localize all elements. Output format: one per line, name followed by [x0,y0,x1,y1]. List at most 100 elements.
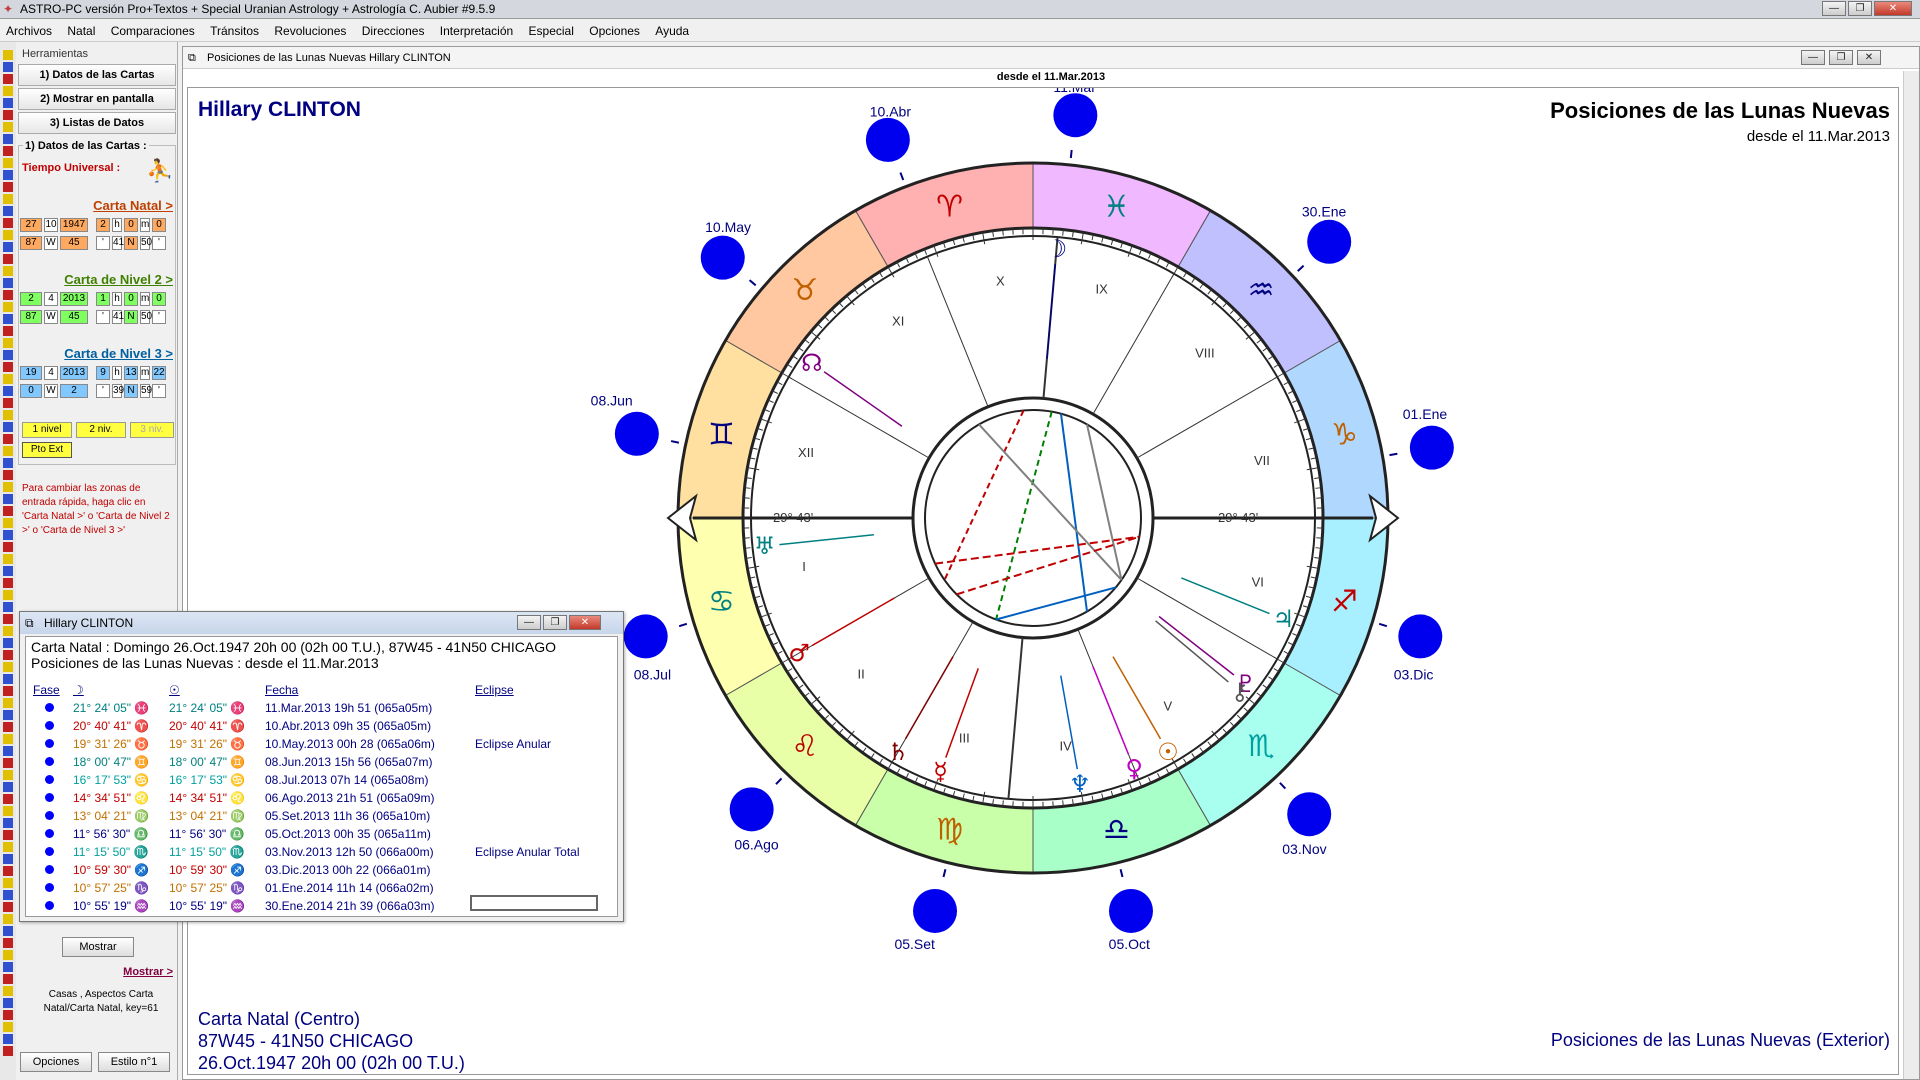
menu-especial[interactable]: Especial [523,20,580,42]
nivel3-row2-cell[interactable]: W [44,384,58,398]
natal-row2-cell[interactable]: ' [152,236,166,250]
menu-revoluciones[interactable]: Revoluciones [268,20,352,42]
listas-datos-button[interactable]: 3) Listas de Datos [18,112,176,134]
tool-strip-square[interactable] [3,278,13,288]
tool-strip-square[interactable] [3,458,13,468]
tool-strip-square[interactable] [3,182,13,192]
tool-strip-square[interactable] [3,698,13,708]
datos-cartas-button[interactable]: 1) Datos de las Cartas [18,64,176,86]
carta-nivel2-link[interactable]: Carta de Nivel 2 > [64,272,173,287]
nivel3-row2-cell[interactable]: 59 [140,384,152,398]
tool-strip-square[interactable] [3,794,13,804]
nivel3-row2-cell[interactable]: 39 [112,384,124,398]
tool-strip-square[interactable] [3,1046,13,1056]
menu-transitos[interactable]: Tránsitos [204,20,265,42]
tool-strip-square[interactable] [3,770,13,780]
tool-strip-square[interactable] [3,626,13,636]
nivel2-row2-cell[interactable]: 45 [60,310,88,324]
tool-strip-square[interactable] [3,326,13,336]
col-sun[interactable]: ☉ [167,681,263,699]
tool-strip-square[interactable] [3,506,13,516]
tool-strip-square[interactable] [3,686,13,696]
minimize-button[interactable]: — [1822,1,1846,16]
chart-minimize-button[interactable]: — [1801,50,1825,65]
tool-strip-square[interactable] [3,806,13,816]
table-row[interactable]: 11° 15' 50" ♏ 11° 15' 50" ♏ 03.Nov.2013 12… [31,843,603,861]
nivel2-row1-cell[interactable]: 2 [20,292,42,306]
menu-natal[interactable]: Natal [61,20,101,42]
tool-strip-square[interactable] [3,422,13,432]
tool-strip-square[interactable] [3,782,13,792]
table-row[interactable]: 13° 04' 21" ♍ 13° 04' 21" ♍ 05.Set.2013 11… [31,807,603,825]
natal-row2-cell[interactable]: 50 [140,236,152,250]
tool-strip-square[interactable] [3,386,13,396]
tool-strip-square[interactable] [3,98,13,108]
col-fecha[interactable]: Fecha [263,681,473,699]
menu-ayuda[interactable]: Ayuda [649,20,695,42]
natal-row1-cell[interactable]: 1947 [60,218,88,232]
nivel3-row2-cell[interactable]: 2 [60,384,88,398]
tool-strip-square[interactable] [3,578,13,588]
tool-strip-square[interactable] [3,218,13,228]
tool-strip-square[interactable] [3,74,13,84]
table-row[interactable]: 14° 34' 51" ♌ 14° 34' 51" ♌ 06.Ago.2013 21… [31,789,603,807]
table-row[interactable]: 21° 24' 05" ♓ 21° 24' 05" ♓ 11.Mar.2013 19… [31,699,603,717]
tool-strip-square[interactable] [3,614,13,624]
tool-strip-square[interactable] [3,134,13,144]
tool-strip-square[interactable] [3,926,13,936]
table-row[interactable]: 18° 00' 47" ♊ 18° 00' 47" ♊ 08.Jun.2013 15… [31,753,603,771]
table-row[interactable]: 19° 31' 26" ♉ 19° 31' 26" ♉ 10.May.2013 00… [31,735,603,753]
tool-strip-square[interactable] [3,554,13,564]
col-fase[interactable]: Fase [31,681,71,699]
natal-row1-cell[interactable]: 0 [124,218,138,232]
natal-row1-cell[interactable]: 2 [96,218,110,232]
table-focus-cell[interactable] [470,895,598,911]
nivel3-button[interactable]: 3 niv. [130,422,174,438]
menu-comparaciones[interactable]: Comparaciones [105,20,201,42]
tool-strip-square[interactable] [3,158,13,168]
tool-strip-square[interactable] [3,890,13,900]
tool-strip-square[interactable] [3,866,13,876]
nivel3-row1-cell[interactable]: 22 [152,366,166,380]
natal-row2-cell[interactable]: 45 [60,236,88,250]
menu-archivos[interactable]: Archivos [0,20,58,42]
tool-strip-square[interactable] [3,854,13,864]
tool-strip-square[interactable] [3,914,13,924]
chart-close-button[interactable]: ✕ [1857,50,1881,65]
natal-row1-cell[interactable]: 0 [152,218,166,232]
tool-strip-square[interactable] [3,470,13,480]
nivel2-button[interactable]: 2 niv. [76,422,126,438]
nivel3-row1-cell[interactable]: 19 [20,366,42,380]
tool-strip-square[interactable] [3,602,13,612]
tool-strip-square[interactable] [3,362,13,372]
natal-row2-cell[interactable]: W [44,236,58,250]
tool-strip-square[interactable] [3,350,13,360]
carta-natal-link[interactable]: Carta Natal > [93,198,173,213]
tool-strip-square[interactable] [3,242,13,252]
tool-strip-square[interactable] [3,674,13,684]
menu-direcciones[interactable]: Direcciones [356,20,431,42]
person-clock-icon[interactable]: ⛹ [146,158,173,184]
nivel3-row2-cell[interactable]: ' [96,384,110,398]
tool-strip-square[interactable] [3,842,13,852]
tool-strip-square[interactable] [3,722,13,732]
tool-strip-square[interactable] [3,986,13,996]
col-moon[interactable]: ☽ [71,681,167,699]
menu-opciones[interactable]: Opciones [583,20,646,42]
tool-strip-square[interactable] [3,518,13,528]
nivel2-row2-cell[interactable]: W [44,310,58,324]
carta-nivel3-link[interactable]: Carta de Nivel 3 > [64,346,173,361]
tool-strip-square[interactable] [3,710,13,720]
nivel2-row1-cell[interactable]: h [112,292,122,306]
tool-strip-square[interactable] [3,734,13,744]
tool-strip-square[interactable] [3,494,13,504]
tool-strip-square[interactable] [3,50,13,60]
tool-strip-square[interactable] [3,1022,13,1032]
nivel2-row1-cell[interactable]: 1 [96,292,110,306]
nivel2-row1-cell[interactable]: 0 [152,292,166,306]
table-row[interactable]: 20° 40' 41" ♈ 20° 40' 41" ♈ 10.Abr.2013 09… [31,717,603,735]
nivel3-row1-cell[interactable]: 9 [96,366,110,380]
nivel2-row2-cell[interactable]: 87 [20,310,42,324]
nivel2-row1-cell[interactable]: 2013 [60,292,88,306]
menu-interpretacion[interactable]: Interpretación [434,20,519,42]
